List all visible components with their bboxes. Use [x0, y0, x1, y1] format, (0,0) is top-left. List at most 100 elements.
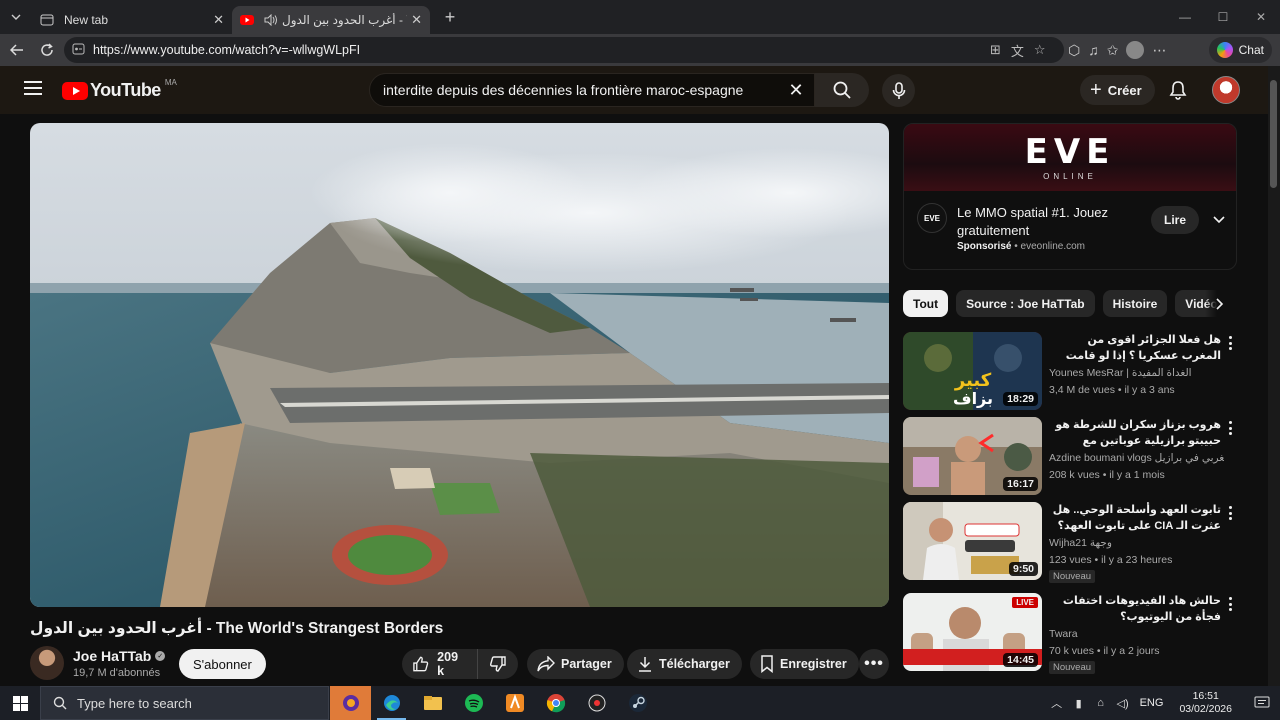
taskbar-file-explorer-icon[interactable] — [412, 686, 453, 720]
extensions-icon[interactable]: ⬡ — [1068, 42, 1080, 59]
settings-more-icon[interactable]: ⋯ — [1152, 42, 1166, 59]
rec-channel[interactable]: Younes MesRar | الغداة المفيدة — [1049, 367, 1224, 379]
youtube-logo[interactable]: YouTube MA — [62, 78, 177, 101]
taskbar-chrome-icon[interactable] — [535, 686, 576, 720]
ad-cta-button[interactable]: Lire — [1151, 206, 1200, 234]
browser-toolbar: https://www.youtube.com/watch?v=-wllwgWL… — [0, 34, 1280, 66]
advertiser-icon[interactable]: EVE — [917, 203, 947, 233]
clear-search-icon[interactable]: ✕ — [784, 78, 808, 102]
chip-all[interactable]: Tout — [903, 290, 949, 317]
minimize-icon[interactable]: — — [1166, 0, 1204, 34]
taskbar-edge-icon[interactable] — [371, 686, 412, 720]
address-field[interactable]: https://www.youtube.com/watch?v=-wllwgWL… — [64, 37, 1064, 63]
ad-banner[interactable]: EVE ONLINE — [904, 124, 1236, 191]
tab-close-icon[interactable]: ✕ — [213, 12, 224, 28]
like-button[interactable]: 209 k — [402, 649, 478, 679]
list-item[interactable]: كبير بزاف 18:29 هل فعلا الجزائر اقوى من ا… — [903, 332, 1237, 412]
video-thumbnail[interactable]: LIVE 14:45 — [903, 593, 1042, 671]
profile-icon[interactable] — [1126, 41, 1145, 59]
tab-close-icon[interactable]: ✕ — [411, 12, 422, 28]
rec-channel[interactable]: Wijha21 وجهة — [1049, 537, 1224, 549]
back-button[interactable] — [2, 35, 32, 65]
start-button[interactable] — [0, 686, 40, 720]
voice-search-button[interactable] — [882, 74, 915, 107]
taskbar-app-dark-icon[interactable] — [576, 686, 617, 720]
refresh-button[interactable] — [32, 35, 62, 65]
favorites-icon[interactable]: ✩ — [1107, 42, 1119, 59]
subscribe-button[interactable]: S'abonner — [179, 649, 266, 679]
copilot-chat-button[interactable]: Chat — [1208, 37, 1272, 63]
like-dislike-group: 209 k — [402, 649, 518, 679]
channel-avatar[interactable] — [30, 646, 64, 680]
save-label: Enregistrer — [780, 657, 847, 671]
windows-taskbar: Type here to search ︿ ▮ ⌂ ◁) ENG 16:51 0… — [0, 686, 1280, 720]
bookmark-icon — [761, 655, 773, 673]
taskbar-search-input[interactable]: Type here to search — [40, 686, 329, 720]
chip-history[interactable]: Histoire — [1102, 290, 1168, 317]
related-filter-chips: Tout Source : Joe HaTTab Histoire Vidéos — [903, 290, 1237, 318]
show-hidden-icons-icon[interactable]: ︿ — [1047, 695, 1067, 711]
video-player[interactable] — [30, 123, 889, 607]
rec-channel[interactable]: Twara — [1049, 628, 1224, 640]
rec-title[interactable]: هل فعلا الجزائر اقوى من المغرب عسكريا ؟ … — [1049, 332, 1221, 365]
channel-name-link[interactable]: Joe HaTTab ✓ — [73, 648, 166, 664]
chip-source-channel[interactable]: Source : Joe HaTTab — [956, 290, 1095, 317]
tab-new-tab[interactable]: New tab ✕ — [32, 6, 232, 34]
usb-device-icon[interactable]: ▮ — [1069, 697, 1089, 710]
share-button[interactable]: Partager — [527, 649, 624, 679]
video-thumbnail[interactable]: 16:17 — [903, 417, 1042, 495]
more-options-icon[interactable] — [1225, 334, 1235, 352]
video-thumbnail[interactable]: كبير بزاف 18:29 — [903, 332, 1042, 410]
favorite-star-icon[interactable]: ☆ — [1034, 42, 1046, 58]
notification-center-icon[interactable] — [1244, 696, 1280, 710]
rec-title[interactable]: تابوت العهد وأسلحة الوحي.. هل عثرت الـ C… — [1049, 502, 1221, 535]
tab-youtube[interactable]: أغرب الحدود بين الدول - YouTube ✕ — [232, 6, 430, 34]
search-input[interactable]: interdite depuis des décennies la fronti… — [369, 73, 815, 107]
dislike-button[interactable] — [478, 649, 518, 679]
translate-icon[interactable]: 文 — [1011, 41, 1024, 60]
browser-essentials-icon[interactable]: ♫ — [1088, 42, 1099, 58]
sponsored-ad-card[interactable]: EVE ONLINE EVE Le MMO spatial #1. Jouez … — [903, 123, 1237, 270]
scrollbar-thumb[interactable] — [1270, 80, 1277, 188]
svg-text:كبير: كبير — [954, 370, 992, 391]
taskbar-app-widget-icon[interactable] — [330, 686, 371, 720]
list-item[interactable]: 16:17 هروب بزناز سكران للشرطة هو حبيبتو … — [903, 417, 1237, 497]
site-info-icon[interactable] — [72, 43, 85, 58]
input-language[interactable]: ENG — [1140, 697, 1164, 709]
microphone-icon — [892, 81, 905, 99]
more-options-icon[interactable] — [1225, 504, 1235, 522]
chevron-right-icon[interactable] — [1205, 290, 1235, 317]
notifications-bell-icon[interactable] — [1166, 78, 1190, 102]
create-button[interactable]: + Créer — [1080, 75, 1155, 105]
rec-title[interactable]: هروب بزناز سكران للشرطة هو حبيبتو برازيل… — [1049, 417, 1221, 450]
download-button[interactable]: Télécharger — [627, 649, 742, 679]
chevron-down-icon[interactable] — [1207, 208, 1231, 232]
more-options-icon[interactable] — [1225, 419, 1235, 437]
search-icon — [833, 81, 851, 99]
video-thumbnail[interactable]: 9:50 — [903, 502, 1042, 580]
rec-meta: 70 k vues • il y a 2 jours — [1049, 645, 1160, 657]
list-item[interactable]: 9:50 تابوت العهد وأسلحة الوحي.. هل عثرت … — [903, 502, 1237, 583]
maximize-icon[interactable]: ☐ — [1204, 0, 1242, 34]
tab-actions-menu[interactable] — [0, 0, 32, 34]
audio-playing-icon[interactable] — [264, 13, 278, 27]
new-tab-button[interactable]: + — [436, 3, 464, 31]
volume-icon[interactable]: ◁) — [1113, 697, 1133, 710]
ad-title[interactable]: Le MMO spatial #1. Jouez gratuitement — [957, 204, 1147, 240]
search-button[interactable] — [815, 73, 869, 107]
guide-menu-icon[interactable] — [24, 81, 42, 95]
app-available-icon[interactable]: ⊞ — [990, 42, 1001, 58]
more-options-icon[interactable] — [1225, 595, 1235, 613]
taskbar-spotify-icon[interactable] — [453, 686, 494, 720]
network-icon[interactable]: ⌂ — [1091, 697, 1111, 709]
taskbar-app-orange-icon[interactable] — [494, 686, 535, 720]
list-item[interactable]: LIVE 14:45 حالش هاد الفيديوهات اختفات فج… — [903, 593, 1237, 674]
save-button[interactable]: Enregistrer — [750, 649, 859, 679]
rec-channel[interactable]: Azdine boumani vlogs مغربي في برازيل — [1049, 452, 1224, 464]
taskbar-clock[interactable]: 16:51 03/02/2026 — [1179, 690, 1232, 716]
rec-title[interactable]: حالش هاد الفيديوهات اختفات فجأة من اليوت… — [1049, 593, 1221, 626]
taskbar-steam-icon[interactable] — [617, 686, 658, 720]
account-avatar[interactable] — [1212, 76, 1240, 104]
more-actions-button[interactable]: ••• — [859, 649, 889, 679]
close-window-icon[interactable]: ✕ — [1242, 0, 1280, 34]
